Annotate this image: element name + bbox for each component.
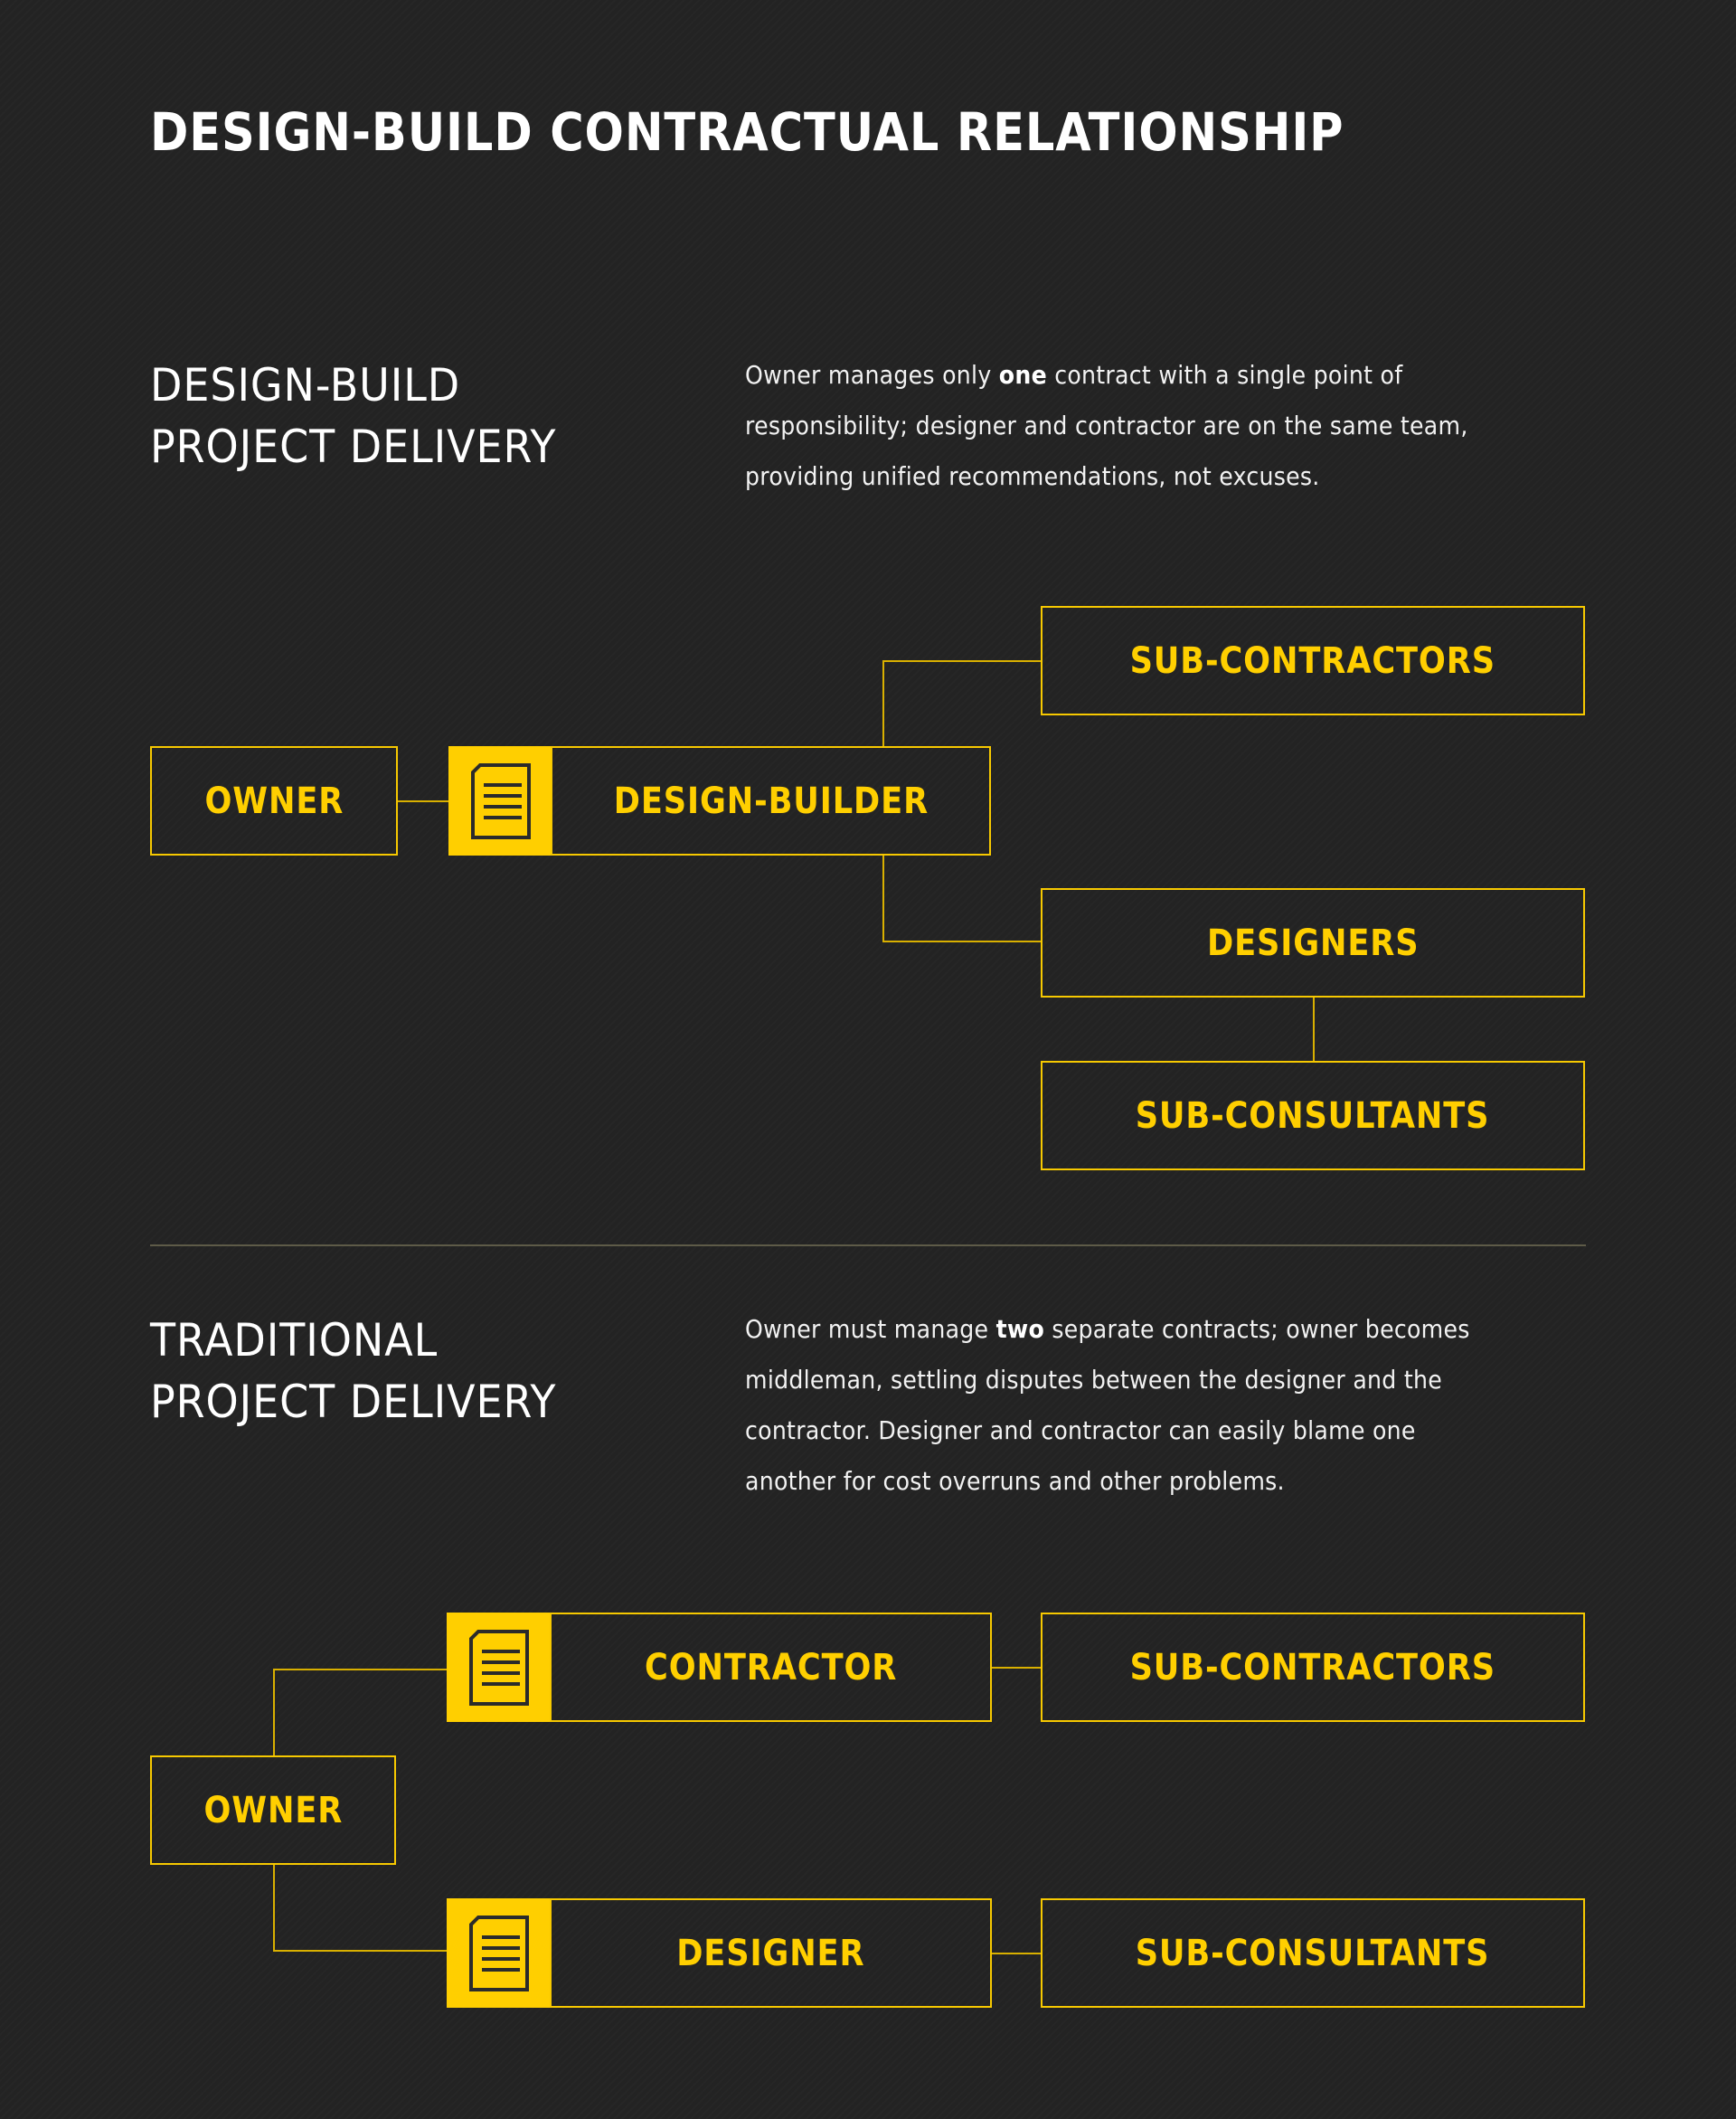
document-icon [470,762,531,839]
heading-line: PROJECT DELIVERY [150,1376,557,1428]
sub-contractors-node: SUB-CONTRACTORS [1041,1613,1585,1722]
description-line: middleman, settling disputes between the… [745,1365,1443,1395]
sub-consultants-node: SUB-CONSULTANTS [1041,1898,1585,2008]
connector-designers-subconsultants [1313,998,1315,1061]
connector-owner-contractor-vertical [273,1669,275,1755]
design-builder-node: DESIGN-BUILDER [551,746,991,856]
contract-icon-box [447,1898,552,2008]
owner-node: OWNER [150,1755,396,1865]
designers-node: DESIGNERS [1041,888,1585,998]
page-title: DESIGN-BUILD CONTRACTUAL RELATIONSHIP [150,101,1344,163]
emphasis: one [998,360,1047,390]
node-label: DESIGNERS [1206,922,1420,964]
design-build-heading: DESIGN-BUILD PROJECT DELIVERY [150,355,556,478]
node-label: SUB-CONSULTANTS [1136,1932,1490,1974]
description-line: providing unified recommendations, not e… [745,461,1320,491]
traditional-heading: TRADITIONAL PROJECT DELIVERY [150,1310,556,1433]
connector-db-designers-vertical [882,856,884,942]
node-label: SUB-CONTRACTORS [1129,639,1496,682]
heading-line: DESIGN-BUILD [150,359,461,412]
description-line: another for cost overruns and other prob… [745,1466,1285,1496]
connector-owner-designer-vertical [273,1864,275,1952]
connector-designer-subconsultants [992,1953,1041,1954]
node-label: OWNER [203,1789,343,1831]
heading-line: PROJECT DELIVERY [150,421,557,473]
node-label: DESIGNER [676,1932,865,1974]
designer-node: DESIGNER [550,1898,992,2008]
node-label: SUB-CONTRACTORS [1129,1646,1496,1689]
design-build-description: Owner manages only one contract with a s… [745,350,1494,502]
description-line: responsibility; designer and contractor … [745,411,1468,440]
description-line: Owner manages only one contract with a s… [745,360,1403,390]
node-label: SUB-CONSULTANTS [1136,1094,1490,1137]
traditional-description: Owner must manage two separate contracts… [745,1304,1494,1507]
node-label: CONTRACTOR [644,1646,898,1689]
owner-node: OWNER [150,746,398,856]
document-icon [469,1915,529,1991]
connector-owner-designer-horizontal [273,1950,447,1952]
document-icon [469,1629,529,1706]
node-label: OWNER [204,780,344,822]
connector-contractor-subcontractors [992,1667,1041,1669]
section-divider [150,1244,1586,1246]
connector-db-subcontractors-vertical [882,660,884,746]
sub-contractors-node: SUB-CONTRACTORS [1041,606,1585,715]
contractor-node: CONTRACTOR [550,1613,992,1722]
connector-owner-design-builder [398,800,448,802]
heading-line: TRADITIONAL [150,1314,439,1367]
node-label: DESIGN-BUILDER [613,780,929,822]
connector-owner-contractor-horizontal [273,1669,447,1670]
description-line: contractor. Designer and contractor can … [745,1415,1416,1445]
connector-db-designers-horizontal [882,941,1041,942]
sub-consultants-node: SUB-CONSULTANTS [1041,1061,1585,1170]
connector-db-subcontractors-horizontal [882,660,1041,662]
description-line: Owner must manage two separate contracts… [745,1314,1470,1344]
contract-icon-box [448,746,552,856]
contract-icon-box [447,1613,552,1722]
emphasis: two [995,1314,1045,1344]
